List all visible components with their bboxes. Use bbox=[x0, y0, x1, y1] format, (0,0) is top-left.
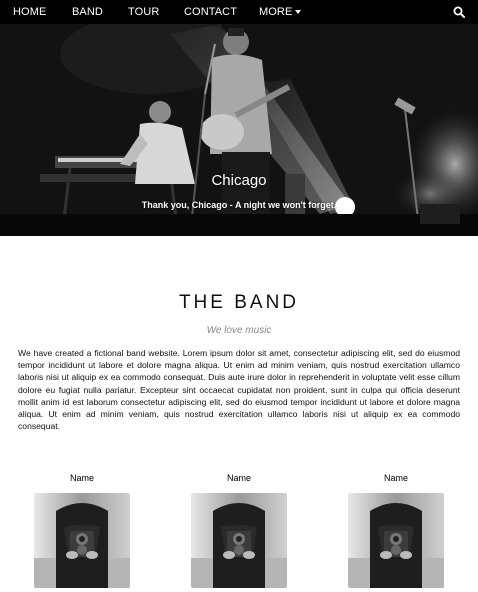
hero-title: Chicago bbox=[211, 172, 267, 189]
band-description: We have created a fictional band website… bbox=[18, 348, 460, 432]
nav-item-tour[interactable]: TOUR bbox=[128, 0, 159, 24]
member-name: Name bbox=[69, 473, 94, 483]
member-photo[interactable] bbox=[191, 493, 287, 588]
caret-down-icon bbox=[295, 10, 302, 14]
top-navigation-bar: HOME BAND TOUR CONTACT MORE bbox=[0, 0, 478, 24]
search-icon[interactable] bbox=[453, 6, 465, 18]
member-photo[interactable] bbox=[348, 493, 444, 588]
band-member-card: Name bbox=[34, 472, 130, 588]
nav-item-contact[interactable]: CONTACT bbox=[184, 0, 237, 24]
band-section-title: THE BAND bbox=[178, 292, 300, 313]
band-member-card: Name bbox=[191, 472, 287, 588]
hero-caption: Thank you, Chicago - A night we won't fo… bbox=[141, 200, 337, 210]
band-tagline: We love music bbox=[206, 325, 272, 336]
nav-item-home[interactable]: HOME bbox=[13, 0, 46, 24]
member-photo[interactable] bbox=[34, 493, 130, 588]
nav-more-dropdown[interactable]: MORE bbox=[259, 0, 302, 24]
hero-slide: Chicago Thank you, Chicago - A night we … bbox=[0, 24, 478, 236]
nav-more-label: MORE bbox=[259, 6, 293, 18]
member-name: Name bbox=[383, 473, 408, 483]
band-member-card: Name bbox=[348, 472, 444, 588]
nav-item-band[interactable]: BAND bbox=[72, 0, 103, 24]
member-name: Name bbox=[226, 473, 251, 483]
